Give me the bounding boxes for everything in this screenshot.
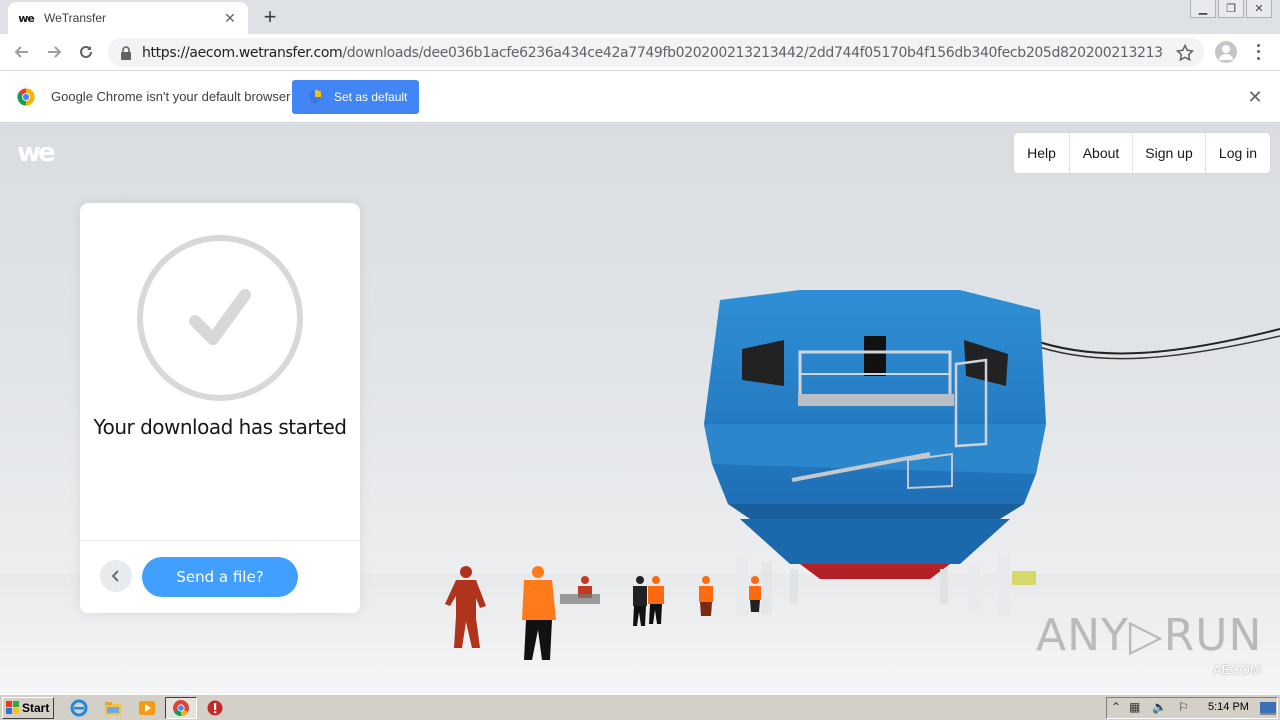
close-window-button[interactable]: ✕ [1246,0,1272,18]
star-icon[interactable] [1176,44,1194,62]
stop-sign-icon[interactable] [206,699,224,717]
set-as-default-label: Set as default [334,90,408,104]
profile-icon[interactable] [1215,41,1237,63]
anyrun-watermark: ANY▷RUN [1036,610,1263,661]
chrome-taskbar-button[interactable] [165,697,197,719]
start-label: Start [22,701,50,715]
internet-explorer-icon[interactable] [70,699,88,717]
send-a-file-button[interactable]: Send a file? [142,557,298,597]
menu-icon[interactable] [1252,42,1264,62]
back-icon[interactable] [10,40,34,64]
address-bar[interactable]: https://aecom.wetransfer.com/downloads/d… [108,38,1204,67]
wetransfer-page: we Help About Sign up Log in Your downlo… [0,124,1280,694]
action-center-flag-icon[interactable]: ⚐ [1178,700,1189,714]
tab-close-icon[interactable]: ✕ [222,10,238,26]
tab-strip: we WeTransfer ✕ + ▁ ❐ ✕ [0,0,1280,34]
show-desktop-icon[interactable] [1259,700,1277,716]
reload-icon[interactable] [74,40,98,64]
infobar-message: Google Chrome isn't your default browser [51,89,291,104]
tab-title: WeTransfer [44,11,107,25]
default-browser-infobar: Google Chrome isn't your default browser… [0,71,1280,123]
window-controls: ▁ ❐ ✕ [1188,0,1272,18]
panel-divider [80,540,360,541]
minimize-button[interactable]: ▁ [1190,0,1216,18]
uac-shield-icon [309,89,321,105]
media-player-icon[interactable] [138,699,156,717]
top-navigation: Help About Sign up Log in [1014,133,1270,173]
windows-taskbar: Start ⌃ ▦ 🔈 ⚐ 5:14 PM [0,694,1280,720]
wetransfer-logo[interactable]: we [17,138,56,168]
file-explorer-icon[interactable] [104,699,122,717]
nav-help-link[interactable]: Help [1014,133,1069,173]
url-path: /downloads/dee036b1acfe6236a434ce42a7749… [342,44,1162,61]
download-panel: Your download has started Send a file? [80,203,360,613]
forward-icon[interactable] [42,40,66,64]
watermark-subtitle: AECOM [1213,662,1261,677]
restore-button[interactable]: ❐ [1218,0,1244,18]
network-icon[interactable]: ▦ [1129,700,1140,714]
url-text: https://aecom.wetransfer.com/downloads/d… [142,45,1162,61]
nav-signup-link[interactable]: Sign up [1132,133,1205,173]
volume-icon[interactable]: 🔈 [1152,700,1167,714]
download-started-message: Your download has started [93,415,347,439]
tray-expand-icon[interactable]: ⌃ [1111,700,1121,714]
browser-toolbar: https://aecom.wetransfer.com/downloads/d… [0,34,1280,71]
chrome-taskbar-icon [173,700,189,717]
url-host: https://aecom.wetransfer.com [142,44,343,61]
wetransfer-favicon-icon: we [18,11,35,25]
start-button[interactable]: Start [2,697,54,719]
chevron-left-icon [111,570,119,582]
nav-login-link[interactable]: Log in [1205,133,1270,173]
infobar-close-icon[interactable]: ✕ [1246,88,1264,106]
clock[interactable]: 5:14 PM [1208,701,1249,713]
back-button[interactable] [100,560,132,592]
new-tab-button[interactable]: + [258,6,282,30]
set-as-default-button[interactable]: Set as default [292,80,419,114]
chrome-logo-icon [17,88,35,106]
tab-wetransfer[interactable]: we WeTransfer ✕ [8,2,248,34]
lock-icon [121,45,131,60]
checkmark-circle-icon [137,235,303,401]
windows-flag-icon [6,701,19,714]
nav-about-link[interactable]: About [1069,133,1132,173]
